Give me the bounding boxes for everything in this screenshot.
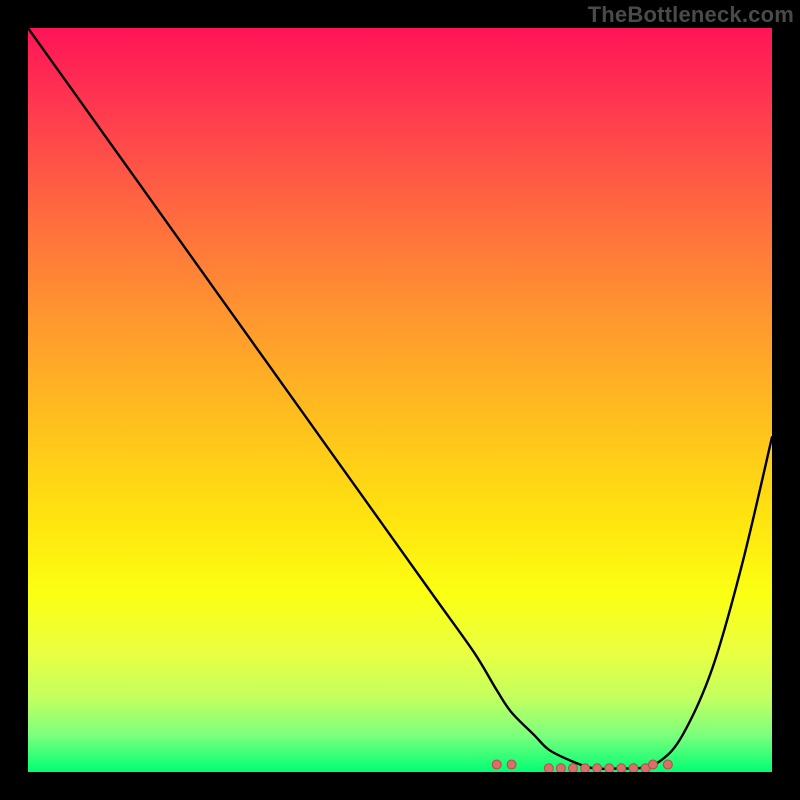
- marker-dot: [556, 764, 565, 772]
- marker-dot: [581, 764, 590, 772]
- marker-dot: [617, 764, 626, 772]
- plot-area: [28, 28, 772, 772]
- marker-dot: [492, 760, 501, 769]
- marker-dot: [663, 760, 672, 769]
- marker-dot: [605, 764, 614, 772]
- marker-dot: [507, 760, 516, 769]
- marker-group: [28, 28, 772, 772]
- marker-dot: [593, 764, 602, 772]
- marker-dot: [629, 764, 638, 772]
- chart-frame: TheBottleneck.com: [0, 0, 800, 800]
- watermark-text: TheBottleneck.com: [588, 2, 794, 28]
- marker-dot: [544, 764, 553, 772]
- marker-dot: [568, 764, 577, 772]
- marker-dot: [648, 760, 657, 769]
